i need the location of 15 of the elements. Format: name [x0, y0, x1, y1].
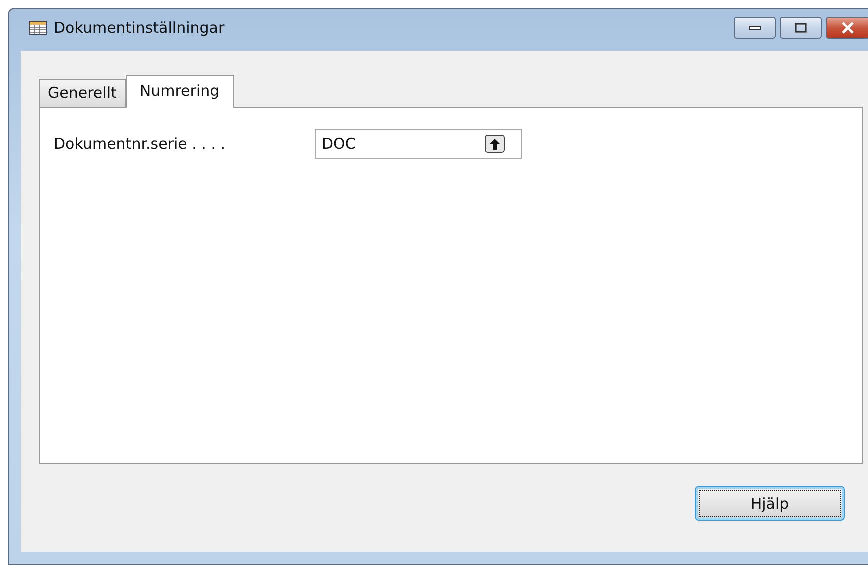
maximize-button[interactable] — [780, 17, 822, 39]
window-title: Dokumentinställningar — [54, 19, 226, 37]
minimize-icon — [749, 26, 761, 30]
table-icon — [29, 21, 47, 35]
close-button[interactable] — [826, 17, 868, 39]
field-label: Dokumentnr.serie . . . . — [54, 135, 227, 153]
help-button[interactable]: Hjälp — [695, 486, 845, 521]
lookup-button[interactable] — [485, 135, 505, 153]
arrow-up-icon — [490, 138, 500, 150]
tab[interactable]: Numrering — [126, 75, 234, 108]
tab[interactable]: Generellt — [39, 79, 126, 107]
minimize-button[interactable] — [734, 17, 776, 39]
maximize-icon — [795, 23, 807, 33]
close-icon — [841, 22, 855, 34]
input-field[interactable]: DOC — [315, 129, 522, 159]
